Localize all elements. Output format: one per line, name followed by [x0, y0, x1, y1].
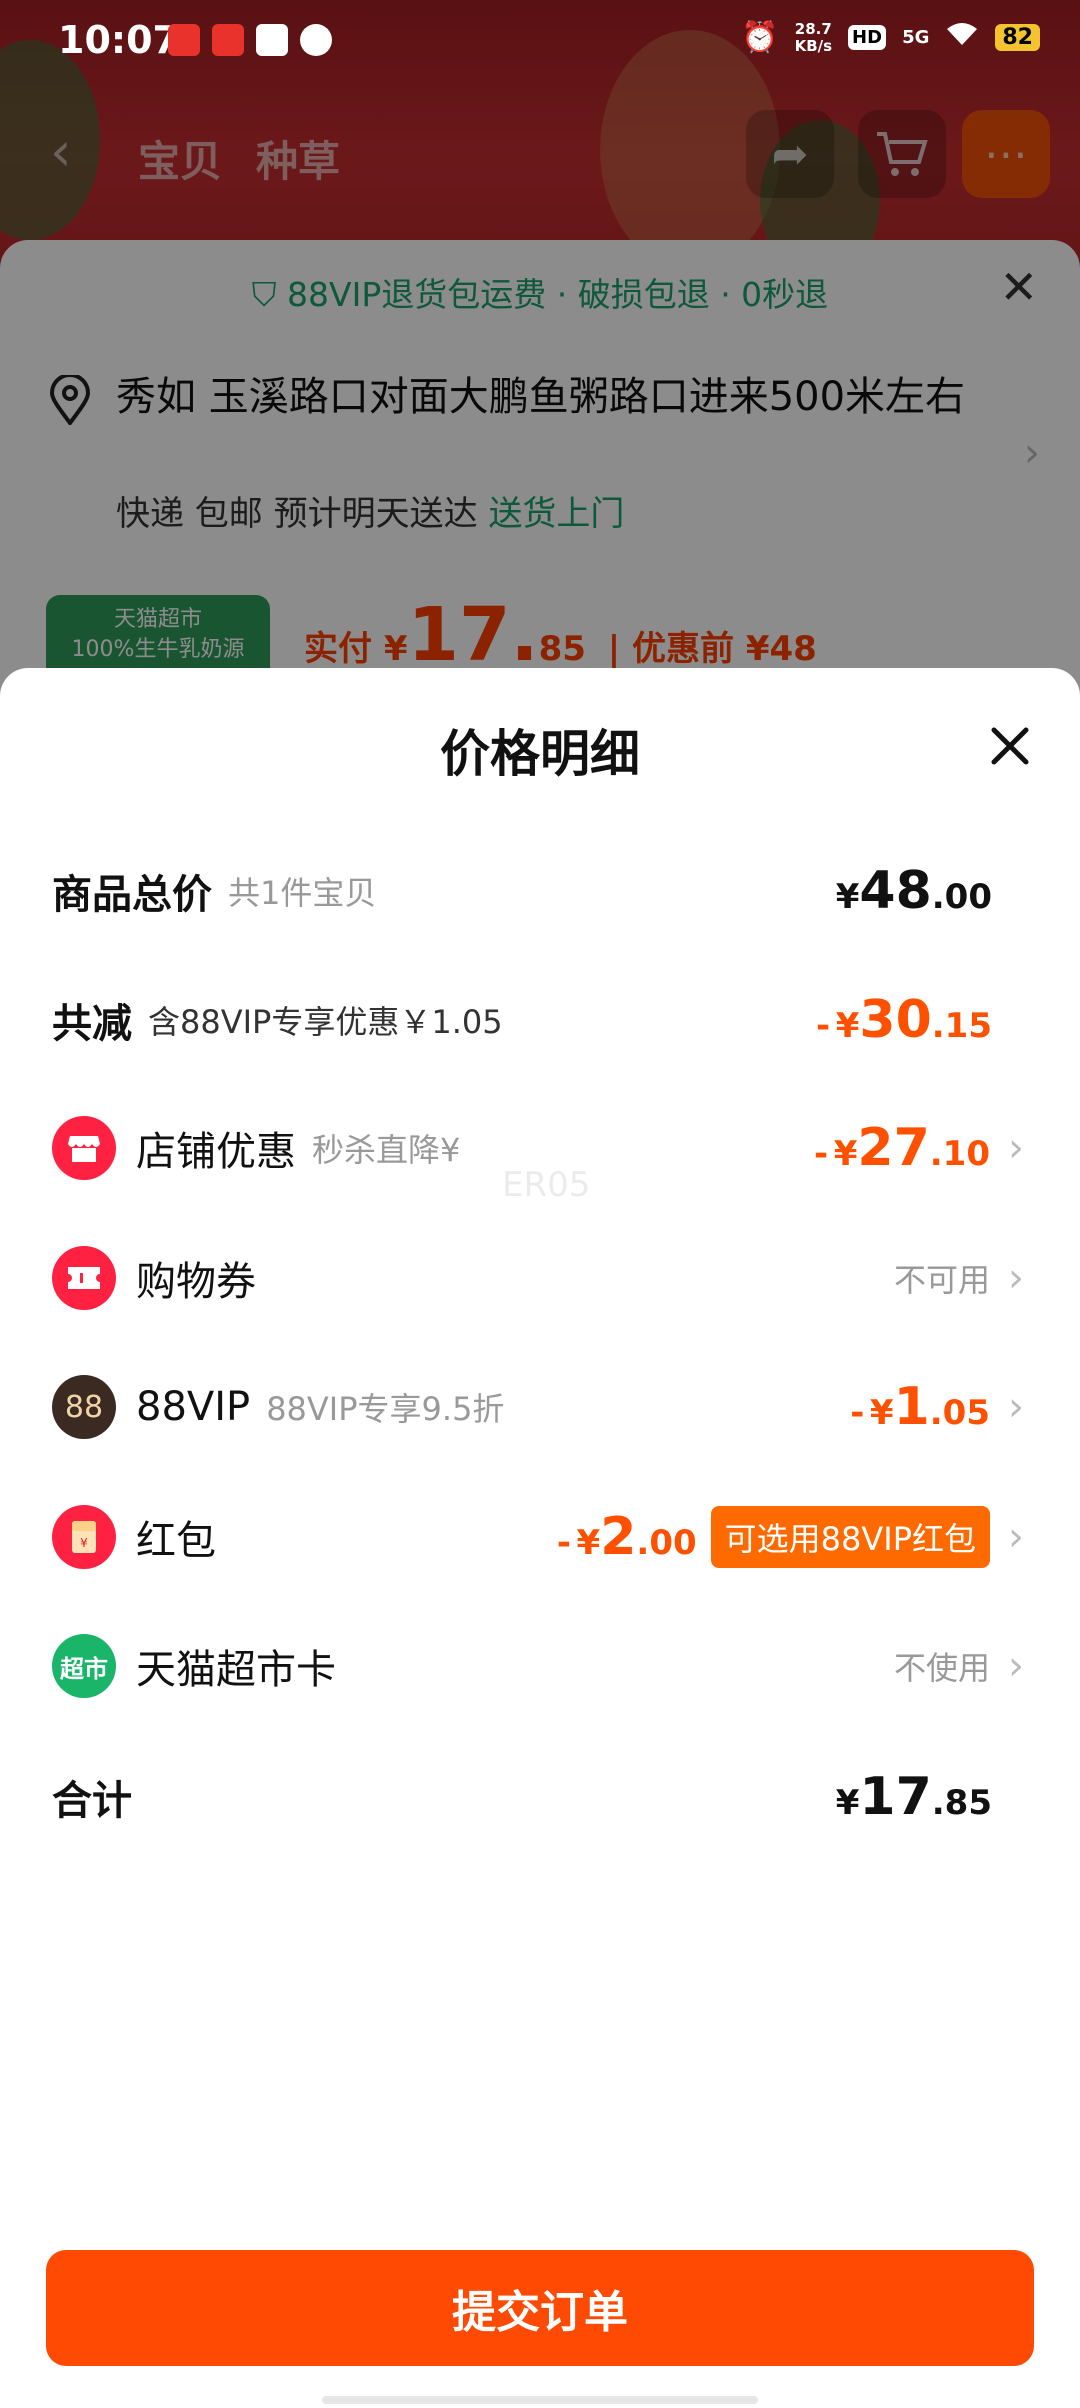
row-status: 不可用 — [893, 1261, 990, 1299]
pay-price: 实付 ¥17.85 | 优惠前 ¥48 — [304, 592, 817, 678]
chevron-right-icon: › — [1008, 1125, 1024, 1171]
taobao-notification-icon — [212, 24, 244, 56]
shield-check-icon: ⛉ — [251, 275, 288, 314]
row-total-discount: 共减 含88VIP专享优惠￥1.05 - ¥30.15 — [52, 975, 1028, 1065]
row-88vip[interactable]: 88 88VIP 88VIP专享9.5折 - ¥1.05 › — [52, 1362, 1028, 1452]
amount: ¥17.85 — [835, 1767, 992, 1827]
row-label: 店铺优惠 — [136, 1129, 296, 1175]
amount: - ¥27.10 — [814, 1118, 990, 1178]
wifi-icon — [945, 20, 979, 55]
close-icon[interactable] — [988, 724, 1032, 768]
row-label: 共减 — [52, 1001, 132, 1047]
app-notification-icon — [300, 24, 332, 56]
guarantee-banner: ⛉ 88VIP退货包运费 · 破损包退 · 0秒退 — [251, 275, 829, 314]
amount: - ¥2.00 — [556, 1507, 697, 1567]
delivery-address[interactable]: 秀如 玉溪路口对面大鹏鱼粥路口进来500米左右 — [116, 372, 976, 422]
red-packet-option-badge[interactable]: 可选用88VIP红包 — [710, 1506, 990, 1568]
row-red-packet[interactable]: ¥ 红包 - ¥2.00 可选用88VIP红包 › — [52, 1492, 1028, 1582]
row-label: 合计 — [52, 1778, 132, 1824]
watermark: ER05 — [502, 1165, 591, 1205]
88vip-icon: 88 — [52, 1375, 116, 1439]
submit-order-button[interactable]: 提交订单 — [46, 2250, 1034, 2366]
row-total-goods: 商品总价 共1件宝贝 ¥48.00 — [52, 846, 1028, 936]
supermarket-card-icon: 超市 — [52, 1634, 116, 1698]
alarm-icon: ⏰ — [741, 20, 779, 55]
more-icon[interactable]: ⋯ — [962, 110, 1050, 198]
coupon-icon — [52, 1246, 116, 1310]
row-sub: 含88VIP专享优惠￥1.05 — [148, 1003, 503, 1041]
network-speed: 28.7 KB/s — [794, 19, 833, 55]
amount: - ¥1.05 — [850, 1377, 990, 1437]
battery-indicator: 82 — [995, 24, 1040, 51]
tab-product[interactable]: 宝贝 — [138, 128, 222, 189]
mail-notification-icon — [256, 24, 288, 56]
row-label: 天猫超市卡 — [136, 1647, 336, 1693]
red-packet-icon: ¥ — [52, 1505, 116, 1569]
order-confirm-sheet: ⛉ 88VIP退货包运费 · 破损包退 · 0秒退 ✕ 秀如 玉溪路口对面大鹏鱼… — [0, 240, 1080, 700]
row-label: 商品总价 — [52, 872, 212, 918]
row-shopping-coupon[interactable]: 购物券 不可用 › — [52, 1233, 1028, 1323]
chevron-right-icon: › — [1008, 1643, 1024, 1689]
svg-text:¥: ¥ — [80, 1536, 88, 1550]
chevron-right-icon: › — [1008, 1384, 1024, 1430]
row-label: 购物券 — [136, 1259, 256, 1305]
top-nav: ‹ 宝贝 种草 ➦ ⋯ — [0, 110, 1080, 200]
delivery-info: 快递 包邮 预计明天送达 送货上门 — [116, 494, 625, 534]
cart-icon[interactable] — [858, 110, 946, 198]
row-sub: 88VIP专享9.5折 — [266, 1390, 505, 1428]
row-supermarket-card[interactable]: 超市 天猫超市卡 不使用 › — [52, 1621, 1028, 1711]
chevron-right-icon: › — [1008, 1255, 1024, 1301]
row-label: 88VIP — [136, 1384, 251, 1430]
close-icon[interactable]: ✕ — [999, 260, 1038, 314]
home-indicator[interactable] — [322, 2396, 758, 2404]
sheet-title: 价格明细 — [440, 725, 640, 783]
row-grand-total: 合计 ¥17.85 — [52, 1752, 1028, 1842]
app-notification-icon — [168, 24, 200, 56]
row-shop-discount[interactable]: 店铺优惠 秒杀直降¥ ER05 - ¥27.10 › — [52, 1103, 1028, 1205]
row-label: 红包 — [136, 1518, 216, 1564]
row-status: 不使用 — [893, 1649, 990, 1687]
amount: - ¥30.15 — [816, 990, 992, 1050]
share-icon[interactable]: ➦ — [746, 110, 834, 198]
amount: ¥48.00 — [835, 861, 992, 921]
status-time: 10:07 — [58, 18, 179, 62]
signal-icon: 5G — [902, 27, 930, 48]
location-pin-icon — [48, 373, 92, 427]
chevron-right-icon: › — [1024, 430, 1040, 476]
back-icon[interactable]: ‹ — [50, 120, 72, 183]
chevron-right-icon: › — [1008, 1514, 1024, 1560]
status-bar: 10:07 ⏰ 28.7 KB/s HD 5G 82 — [0, 0, 1080, 84]
row-sub: 秒杀直降¥ — [312, 1131, 461, 1169]
hd-badge: HD — [848, 25, 887, 50]
row-sub: 共1件宝贝 — [228, 874, 377, 912]
tab-recommend[interactable]: 种草 — [256, 128, 340, 189]
price-detail-sheet: 价格明细 商品总价 共1件宝贝 ¥48.00 共减 含88VIP专享优惠￥1.0… — [0, 668, 1080, 2408]
shop-icon — [52, 1116, 116, 1180]
